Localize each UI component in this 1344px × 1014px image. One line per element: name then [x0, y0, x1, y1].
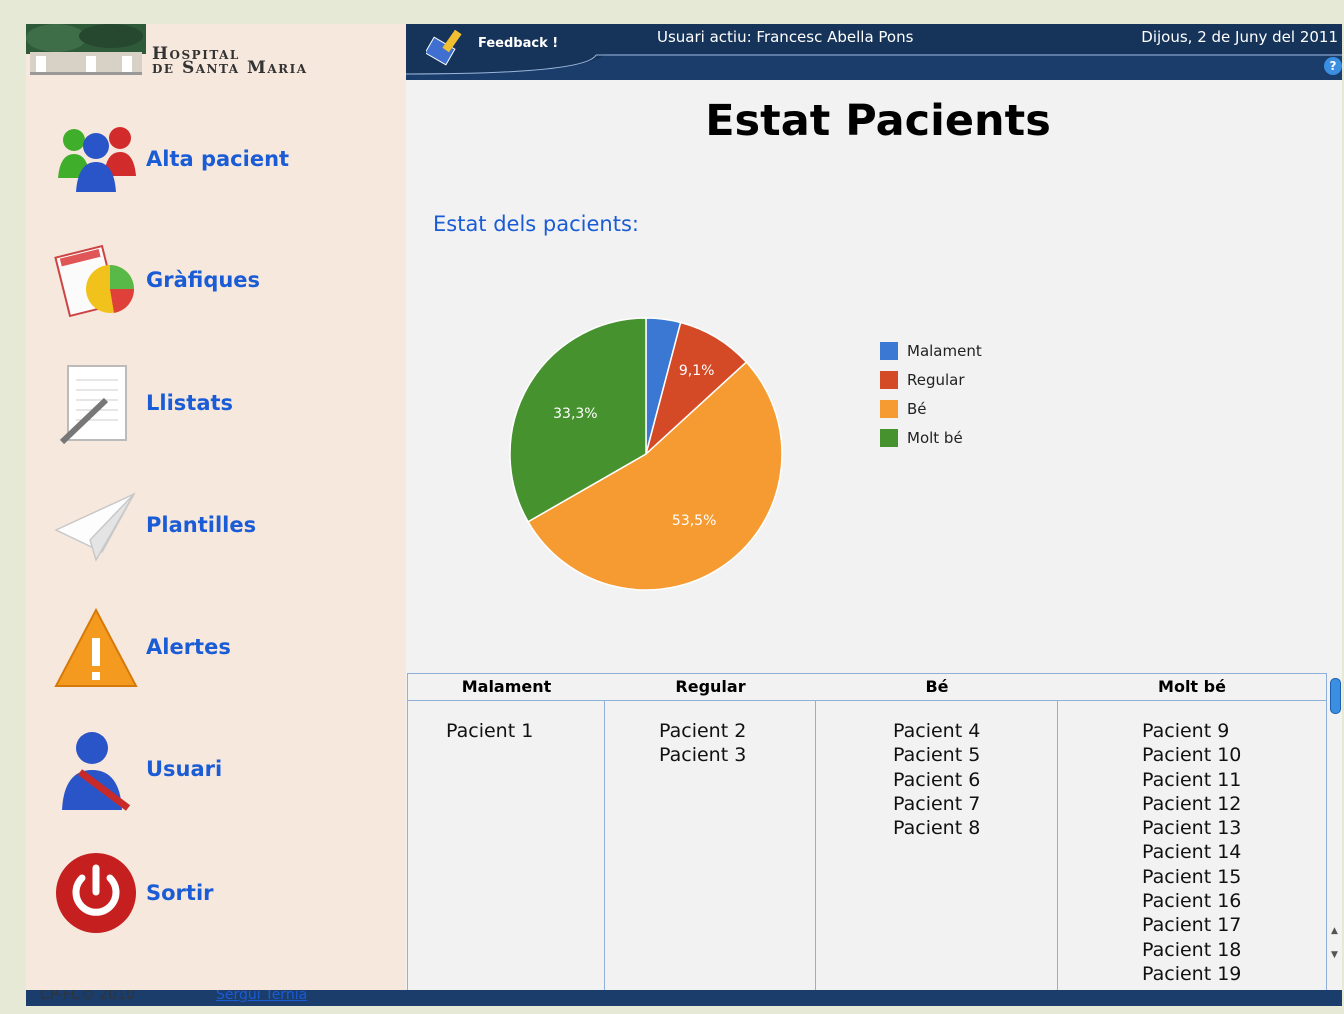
feedback-link[interactable]: Feedback ! [478, 36, 558, 51]
patient-cell: Pacient 9 [1142, 720, 1230, 742]
users-icon [58, 127, 136, 192]
notepad-icon [59, 365, 127, 445]
scroll-down-arrow[interactable]: ▼ [1331, 950, 1338, 960]
legend-swatch [880, 371, 898, 389]
power-icon [56, 853, 136, 933]
pie-data-label: 9,1% [679, 363, 715, 379]
header-molt-be: Molt bé [1158, 677, 1226, 696]
legend-swatch [880, 400, 898, 418]
sidebar-item-label: Plantilles [146, 513, 257, 537]
header-be: Bé [925, 677, 949, 696]
sidebar-item-sortir[interactable]: Sortir [54, 850, 394, 940]
sidebar-item-label: Gràfiques [146, 268, 261, 292]
sidebar-item-alertes[interactable]: Alertes [54, 604, 394, 694]
patient-cell: Pacient 13 [1142, 817, 1242, 840]
paper-plane-icon [54, 492, 136, 562]
patient-cell: Pacient 14 [1142, 841, 1242, 864]
legend-swatch [880, 429, 898, 447]
top-header: Feedback ! Usuari actiu: Francesc Abella… [406, 24, 1342, 80]
sidebar-item-llistats[interactable]: Llistats [54, 360, 394, 450]
sidebar-item-label: Llistats [146, 391, 234, 415]
footer-link[interactable]: Sergui Tèrnia [216, 990, 307, 1003]
hospital-logo: Hospital de Santa Maria [26, 24, 406, 82]
header-regular: Regular [675, 677, 746, 696]
table-header: Malament Regular Bé Molt bé [408, 674, 1326, 701]
patient-cell: Pacient 10 [1142, 744, 1242, 767]
legend-swatch [880, 342, 898, 360]
sidebar-item-grafiques[interactable]: Gràfiques [54, 237, 394, 327]
patients-table: Malament Regular Bé Molt bé Pacient 1 Pa… [407, 673, 1327, 994]
sidebar-item-usuari[interactable]: Usuari [54, 726, 394, 816]
pie-data-label: 53,5% [672, 513, 716, 529]
app-window: Hospital de Santa Maria Alta pacient Grà… [26, 24, 1342, 1006]
patient-cell: Pacient 16 [1142, 890, 1242, 913]
question-icon[interactable]: ? [1324, 57, 1342, 75]
sidebar-item-label: Usuari [146, 757, 223, 781]
patient-cell: Pacient 19 [1142, 962, 1242, 985]
sidebar-item-plantilles[interactable]: Plantilles [54, 482, 394, 572]
patient-cell: Pacient 17 [1142, 914, 1242, 937]
sidebar-item-label: Alertes [146, 635, 231, 659]
feedback-icon[interactable] [426, 28, 470, 68]
sidebar-item-label: Sortir [146, 881, 214, 905]
patient-cell: Pacient 15 [1142, 865, 1242, 888]
patient-cell: Pacient 12 [1142, 792, 1242, 815]
legend-label: Regular [907, 371, 965, 389]
patient-cell: Pacient 18 [1142, 938, 1242, 961]
column-be: Pacient 4 Pacient 5 Pacient 6 Pacient 7 Paci… [816, 701, 1058, 994]
main-content: Estat Pacients Estat dels pacients: 9,1%… [406, 80, 1342, 994]
footer: CP-FC© 2010 · Sergui Tèrnia [26, 990, 1342, 1006]
user-icon [62, 732, 131, 811]
legend-label: Malament [907, 342, 982, 360]
table-scrollbar[interactable]: ▲ ▼ [1328, 674, 1342, 990]
column-malament: Pacient 1 [408, 701, 605, 994]
sidebar-item-alta-pacient[interactable]: Alta pacient [54, 116, 394, 206]
scroll-up-arrow[interactable]: ▲ [1331, 926, 1338, 936]
pie-chart-icon [54, 244, 135, 318]
patient-cell: Pacient 11 [1142, 768, 1242, 791]
date-text: Dijous, 2 de Juny del 2011 [1141, 28, 1338, 46]
legend-label: Molt bé [907, 429, 963, 447]
warning-icon [54, 607, 138, 687]
pie-data-label: 33,3% [553, 406, 597, 422]
hospital-name-line2: de Santa Maria [152, 58, 308, 78]
active-user-text: Usuari actiu: Francesc Abella Pons [657, 28, 914, 46]
scrollbar-thumb[interactable] [1330, 678, 1341, 714]
pie-chart: 9,1% 53,5% 33,3% Malament Regular Bé Molt bé [509, 317, 982, 591]
sidebar-item-label: Alta pacient [146, 147, 290, 171]
legend-label: Bé [907, 400, 927, 418]
column-molt-be: Pacient 9 Pacient 10 Pacient 11 Pacient 12 P… [1058, 701, 1325, 994]
sidebar: Hospital de Santa Maria Alta pacient Grà… [26, 24, 406, 990]
header-malament: Malament [461, 677, 552, 696]
footer-copyright: CP-FC© 2010 · [40, 990, 144, 1003]
column-regular: Pacient 2 Pacient 3 [605, 701, 816, 994]
